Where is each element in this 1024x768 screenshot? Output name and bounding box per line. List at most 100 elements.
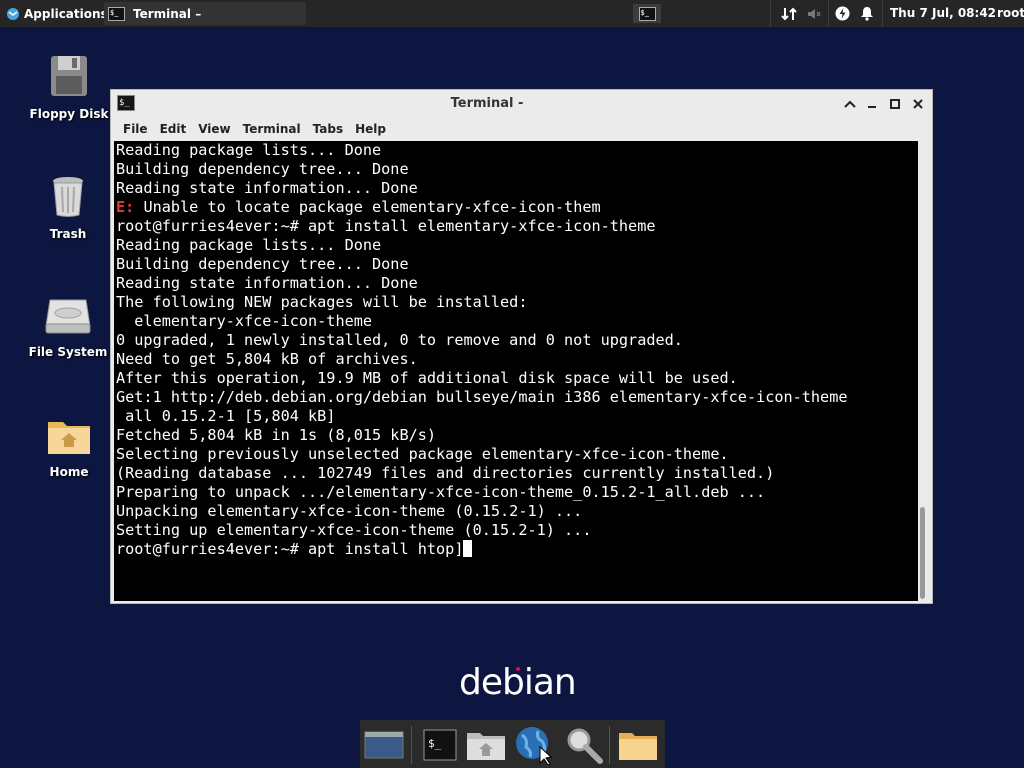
desktop-icon-label: Trash [49, 227, 87, 241]
terminal-line: Reading package lists... Done [116, 141, 848, 160]
maximize-icon [890, 99, 900, 109]
terminal-line-text: root@furries4ever:~# apt install element… [116, 217, 656, 235]
menu-bar: File Edit View Terminal Tabs Help [111, 118, 938, 140]
desktop-icon-trash[interactable]: Trash [23, 174, 113, 241]
terminal-line-text: Fetched 5,804 kB in 1s (8,015 kB/s) [116, 426, 437, 444]
terminal-line: Building dependency tree... Done [116, 255, 848, 274]
dock-separator [609, 726, 610, 764]
terminal-line-text: (Reading database ... 102749 files and d… [116, 464, 775, 482]
volume-muted-icon[interactable] [804, 0, 824, 27]
error-prefix: E: [116, 198, 135, 216]
terminal-line-text: Building dependency tree... Done [116, 255, 409, 273]
user-menu[interactable]: root [997, 0, 1024, 27]
terminal-line-text: Get:1 http://deb.debian.org/debian bulls… [116, 388, 848, 406]
xfce-logo-icon [7, 7, 19, 20]
desktop-icon-file-system[interactable]: File System [23, 296, 113, 359]
terminal-line: After this operation, 19.9 MB of additio… [116, 369, 848, 388]
terminal-line-text: 0 upgraded, 1 newly installed, 0 to remo… [116, 331, 683, 349]
terminal-line-text: The following NEW packages will be insta… [116, 293, 528, 311]
notifications-bell-icon[interactable] [857, 0, 877, 27]
terminal-line: Selecting previously unselected package … [116, 445, 848, 464]
terminal-line-text: Reading package lists... Done [116, 141, 382, 159]
terminal-small-icon: $_ [108, 6, 125, 21]
power-manager-icon[interactable] [832, 0, 852, 27]
web-browser-icon [516, 727, 553, 765]
terminal-line-text: Unable to locate package elementary-xfce… [134, 198, 601, 216]
terminal-line-text: After this operation, 19.9 MB of additio… [116, 369, 738, 387]
terminal-line-text: root@furries4ever:~# apt install htop] [116, 540, 464, 558]
terminal-line: Fetched 5,804 kB in 1s (8,015 kB/s) [116, 426, 848, 445]
panel-separator [882, 0, 883, 27]
terminal-line: root@furries4ever:~# apt install htop] [116, 540, 848, 559]
terminal-line: The following NEW packages will be insta… [116, 293, 848, 312]
menu-file[interactable]: File [117, 122, 154, 136]
network-icon[interactable] [778, 0, 800, 27]
menu-help[interactable]: Help [349, 122, 392, 136]
svg-text:$_: $_ [428, 737, 442, 750]
desktop-icon-label: Home [49, 465, 89, 479]
desktop-icon-home[interactable]: Home [24, 416, 114, 479]
dock-separator [411, 726, 412, 764]
show-desktop-icon [364, 731, 404, 759]
desktop-icon-floppy-disk[interactable]: Floppy Disk [24, 54, 114, 121]
terminal-line: Need to get 5,804 kB of archives. [116, 350, 848, 369]
minimize-button[interactable] [863, 95, 881, 113]
workspace-window-icon: $_ [638, 6, 656, 21]
terminal-cursor [463, 540, 473, 557]
terminal-line: root@furries4ever:~# apt install element… [116, 217, 848, 236]
taskbar-terminal-button[interactable]: $_ Terminal – [104, 2, 306, 25]
terminal-line: all 0.15.2-1 [5,804 kB] [116, 407, 848, 426]
dock-folder[interactable] [616, 724, 660, 766]
workspace-switcher[interactable]: $_ [633, 4, 661, 23]
taskbar-terminal-label: Terminal – [133, 6, 202, 21]
dock-show-desktop[interactable] [362, 724, 406, 766]
terminal-line: elementary-xfce-icon-theme [116, 312, 848, 331]
panel-separator [828, 0, 829, 27]
debian-logo-dot [516, 667, 520, 671]
close-icon [913, 99, 923, 109]
menu-terminal[interactable]: Terminal [237, 122, 307, 136]
terminal-line-text: elementary-xfce-icon-theme [116, 312, 373, 330]
scrollbar-thumb[interactable] [920, 507, 925, 599]
dock-file-manager[interactable] [464, 724, 508, 766]
trash-icon [53, 177, 83, 217]
terminal-output[interactable]: Reading package lists... Done Building de… [114, 141, 918, 601]
clock[interactable]: Thu 7 Jul, 08:42 [890, 0, 996, 27]
desktop-icon-label: Floppy Disk [29, 107, 109, 121]
panel-separator [770, 0, 771, 27]
terminal-line-text: all 0.15.2-1 [5,804 kB] [116, 407, 336, 425]
applications-label: Applications [24, 6, 108, 21]
terminal-line: Reading package lists... Done [116, 236, 848, 255]
terminal-line: Preparing to unpack .../elementary-xfce-… [116, 483, 848, 502]
applications-menu-button[interactable]: Applications [2, 0, 112, 27]
menu-tabs[interactable]: Tabs [307, 122, 349, 136]
terminal-line: Reading state information... Done [116, 179, 848, 198]
terminal-line: E: Unable to locate package elementary-x… [116, 198, 848, 217]
terminal-lines: Reading package lists... Done Building de… [116, 141, 848, 559]
terminal-line: Get:1 http://deb.debian.org/debian bulls… [116, 388, 848, 407]
terminal-line-text: Unpacking elementary-xfce-icon-theme (0.… [116, 502, 583, 520]
close-button[interactable] [909, 95, 927, 113]
hard-drive-icon [45, 299, 91, 334]
window-title: Terminal - [450, 96, 524, 111]
menu-edit[interactable]: Edit [154, 122, 193, 136]
terminal-line-text: Reading package lists... Done [116, 236, 382, 254]
terminal-line-text: Need to get 5,804 kB of archives. [116, 350, 418, 368]
dock-terminal[interactable]: $_ [418, 724, 462, 766]
menu-view[interactable]: View [192, 122, 236, 136]
roll-up-button[interactable] [841, 95, 859, 113]
terminal-line-text: Setting up elementary-xfce-icon-theme (0… [116, 521, 592, 539]
dock-web-browser[interactable] [512, 724, 556, 766]
maximize-button[interactable] [886, 95, 904, 113]
terminal-line-text: Selecting previously unselected package … [116, 445, 729, 463]
window-titlebar[interactable]: $_ Terminal - [111, 90, 932, 118]
minimize-icon [868, 106, 876, 108]
terminal-line: Unpacking elementary-xfce-icon-theme (0.… [116, 502, 848, 521]
folder-icon [619, 733, 657, 760]
terminal-line: Setting up elementary-xfce-icon-theme (0… [116, 521, 848, 540]
terminal-line: Reading state information... Done [116, 274, 848, 293]
terminal-icon: $_ [423, 729, 457, 761]
dock-search[interactable] [562, 724, 606, 766]
terminal-scrollbar[interactable] [918, 141, 928, 601]
terminal-line: 0 upgraded, 1 newly installed, 0 to remo… [116, 331, 848, 350]
